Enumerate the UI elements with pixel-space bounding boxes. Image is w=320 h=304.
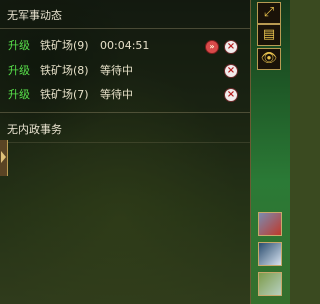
divider [0,112,250,113]
queue-item-building: 铁矿场(8) [40,64,89,77]
queue-item-tag: 升级 [8,88,30,101]
fast-forward-icon[interactable]: » [205,40,219,54]
queue-item-timer: 00:04:51 [100,39,150,52]
queue-item-status: 等待中 [100,64,133,77]
queue-item: 升级 铁矿场(7) 等待中 [8,85,248,105]
queue-item-building: 铁矿场(9) [40,39,89,52]
chevron-right-icon [1,151,6,163]
eye-icon[interactable]: 👁 [257,48,281,70]
expand-arrow-icon[interactable]: ⤢ [257,2,281,24]
close-icon[interactable]: × [224,88,238,102]
queue-item-tag: 升级 [8,64,30,77]
close-icon[interactable]: × [224,40,238,54]
skill-icon[interactable] [258,212,282,236]
close-icon[interactable]: × [224,64,238,78]
queue-item-building: 铁矿场(7) [40,88,89,101]
queue-item-tag: 升级 [8,39,30,52]
skill-icon[interactable] [258,272,282,296]
collapse-tab[interactable] [0,140,8,176]
queue-item-status: 等待中 [100,88,133,101]
scroll-icon[interactable]: ▤ [257,24,281,46]
skill-icon[interactable] [258,242,282,266]
domestic-status-title: 无内政事务 [7,123,62,136]
divider [0,142,250,143]
queue-item: 升级 铁矿场(8) 等待中 [8,61,248,81]
divider [0,28,250,29]
military-status-title: 无军事动态 [7,9,62,22]
